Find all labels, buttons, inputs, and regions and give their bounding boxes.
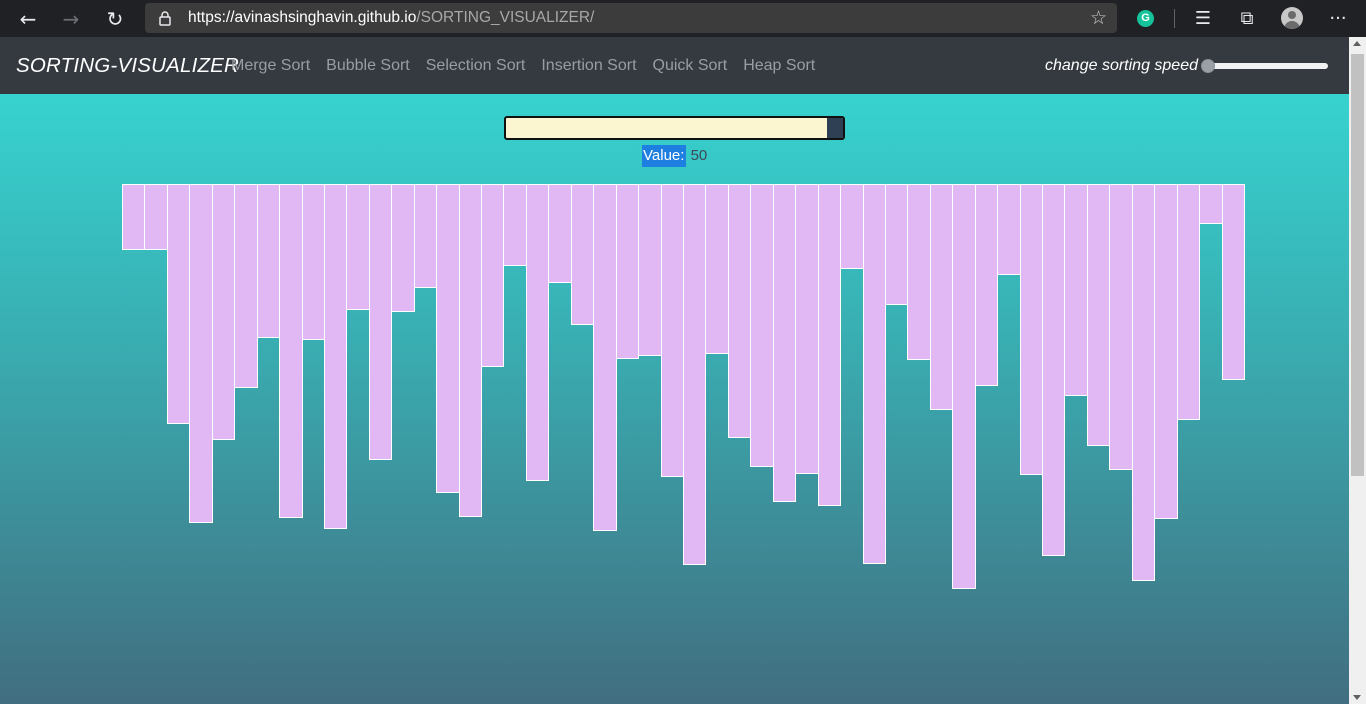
insertion-sort-link[interactable]: Insertion Sort — [541, 37, 636, 94]
array-bar — [660, 184, 684, 477]
array-bar — [683, 184, 707, 565]
array-bar — [570, 184, 595, 325]
array-bar — [795, 184, 819, 474]
scroll-up-icon[interactable] — [1353, 41, 1361, 46]
array-bar — [458, 184, 483, 517]
url-path: /SORTING_VISUALIZER/ — [416, 9, 595, 26]
array-bar — [1019, 184, 1044, 475]
array-bar — [122, 184, 146, 250]
array-bar — [638, 184, 662, 356]
array-size-label: Value: — [642, 145, 687, 167]
url-host: https://avinashsinghavin.github.io — [188, 9, 417, 26]
speed-slider-thumb[interactable] — [1201, 59, 1215, 73]
array-bar — [234, 184, 258, 388]
array-bar — [548, 184, 572, 283]
array-bar — [907, 184, 931, 360]
toolbar-divider — [1174, 9, 1175, 28]
array-bar — [279, 184, 303, 518]
array-bar — [727, 184, 752, 438]
site-brand[interactable]: SORTING-VISUALIZER — [16, 37, 239, 95]
array-bar — [615, 184, 640, 359]
array-size-readout: Value: 50 — [642, 145, 707, 167]
array-bar — [211, 184, 236, 440]
grammarly-extension-icon[interactable]: G — [1137, 10, 1154, 27]
url-text: https://avinashsinghavin.github.io/SORTI… — [188, 3, 594, 33]
array-bar — [391, 184, 415, 312]
merge-sort-link[interactable]: Merge Sort — [231, 37, 310, 94]
array-bar — [884, 184, 909, 305]
speed-slider[interactable] — [1201, 59, 1328, 73]
array-bar — [166, 184, 191, 424]
array-bar — [1086, 184, 1111, 446]
page-content: SORTING-VISUALIZER Merge Sort Bubble Sor… — [0, 37, 1349, 704]
sort-algorithm-links: Merge Sort Bubble Sort Selection Sort In… — [231, 37, 815, 94]
heap-sort-link[interactable]: Heap Sort — [743, 37, 815, 94]
array-bar — [323, 184, 348, 529]
array-size-slider-thumb[interactable] — [827, 118, 843, 138]
array-bar — [1042, 184, 1066, 556]
array-bar — [929, 184, 954, 410]
array-bar — [1154, 184, 1178, 519]
array-bar — [862, 184, 886, 564]
array-bar — [952, 184, 976, 589]
array-bar — [503, 184, 527, 266]
speed-label: change sorting speed — [1045, 57, 1198, 74]
array-bar — [1199, 184, 1223, 224]
array-bar — [840, 184, 864, 269]
more-options-icon[interactable]: ··· — [1325, 6, 1351, 32]
back-icon[interactable]: ← — [15, 6, 41, 32]
array-bar — [368, 184, 393, 460]
array-bar — [1176, 184, 1201, 420]
collections-icon[interactable]: ⧉ — [1234, 6, 1260, 32]
sorting-bars-chart — [122, 184, 1245, 604]
array-size-slider[interactable] — [504, 116, 845, 140]
address-bar[interactable]: https://avinashsinghavin.github.io/SORTI… — [145, 3, 1117, 33]
array-bar — [817, 184, 842, 506]
array-bar — [772, 184, 797, 502]
quick-sort-link[interactable]: Quick Sort — [653, 37, 728, 94]
page-scrollbar[interactable] — [1349, 37, 1366, 704]
array-bar — [256, 184, 281, 338]
array-bar — [1064, 184, 1088, 396]
browser-toolbar: ← → ↻ https://avinashsinghavin.github.io… — [0, 0, 1366, 37]
profile-avatar-icon[interactable] — [1281, 7, 1303, 29]
array-bar — [1109, 184, 1133, 470]
refresh-icon[interactable]: ↻ — [102, 6, 128, 32]
scrollbar-thumb[interactable] — [1351, 54, 1364, 476]
favorites-icon[interactable]: ☰ — [1190, 6, 1216, 32]
selection-sort-link[interactable]: Selection Sort — [426, 37, 526, 94]
array-bar — [1131, 184, 1156, 581]
array-bar — [413, 184, 438, 288]
array-bar — [1221, 184, 1245, 380]
array-bar — [750, 184, 774, 467]
array-bar — [525, 184, 550, 481]
site-navbar: SORTING-VISUALIZER Merge Sort Bubble Sor… — [0, 37, 1349, 94]
favorite-star-icon[interactable]: ☆ — [1090, 6, 1107, 30]
array-bar — [481, 184, 505, 367]
forward-icon[interactable]: → — [58, 6, 84, 32]
array-bar — [997, 184, 1021, 275]
lock-icon — [159, 11, 171, 26]
bubble-sort-link[interactable]: Bubble Sort — [326, 37, 410, 94]
speed-slider-track — [1201, 63, 1328, 69]
array-bar — [301, 184, 325, 340]
array-bar — [593, 184, 617, 531]
array-size-value: 50 — [690, 147, 708, 164]
array-bar — [974, 184, 999, 386]
scroll-down-icon[interactable] — [1353, 695, 1361, 700]
array-bar — [436, 184, 460, 493]
array-bar — [705, 184, 729, 354]
array-bar — [189, 184, 213, 523]
array-bar — [144, 184, 168, 250]
array-bar — [346, 184, 370, 310]
